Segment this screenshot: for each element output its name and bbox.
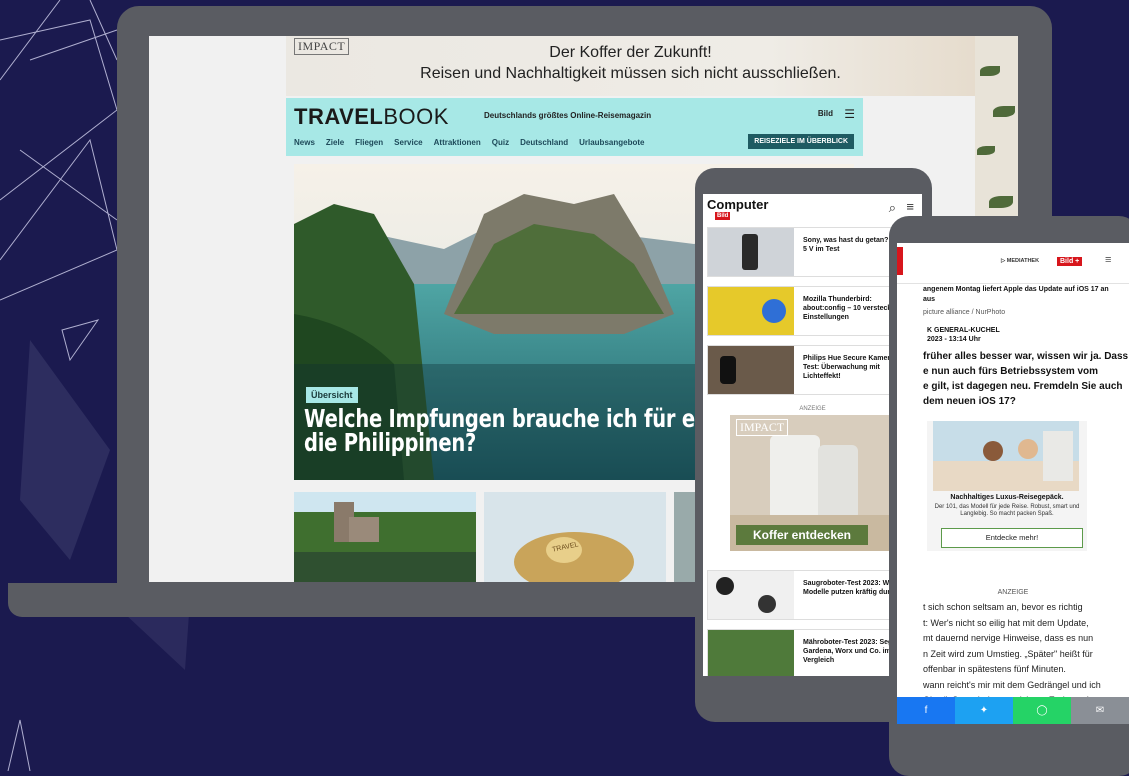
reiseziele-button[interactable]: REISEZIELE IM ÜBERBLICK <box>748 134 854 149</box>
ad-subline: Reisen und Nachhaltigkeit müssen sich ni… <box>420 65 841 82</box>
nav-item-service[interactable]: Service <box>394 138 422 147</box>
castle-image <box>294 492 476 582</box>
list-item[interactable]: Saugroboter-Test 2023: Welche Modelle pu… <box>707 570 917 620</box>
email-share-icon[interactable]: ✉ <box>1071 697 1129 724</box>
author: K GENERAL-KUCHEL <box>927 327 1000 334</box>
ad-image <box>933 421 1079 491</box>
travelbook-logo[interactable]: TRAVELBOOK <box>294 104 449 130</box>
bild-topbar: ▷ MEDIATHEK Bild + ≡ <box>897 243 1129 284</box>
menu-icon[interactable]: ☰ <box>844 107 855 121</box>
nav-item-ziele[interactable]: Ziele <box>326 138 344 147</box>
list-item[interactable]: Mähroboter-Test 2023: Segway, Gardena, W… <box>707 629 917 676</box>
hero-title-line2: die Philippinen? <box>304 428 477 457</box>
ad-brand: IMPACT <box>736 419 789 436</box>
nav-item-fliegen[interactable]: Fliegen <box>355 138 383 147</box>
entdecke-mehr-button[interactable]: Entdecke mehr! <box>941 528 1083 548</box>
hero-title[interactable]: Welche Impfungen brauche ich für ein die… <box>304 406 725 457</box>
ad-text: Der 101, das Modell für jede Reise. Robu… <box>934 504 1080 517</box>
lawn-mower-image <box>708 630 794 676</box>
mediathek-link[interactable]: ▷ MEDIATHEK <box>1001 258 1039 264</box>
twitter-share-icon[interactable]: ✦ <box>955 697 1013 724</box>
thunderbird-image <box>708 287 794 335</box>
impact-ad-banner[interactable]: IMPACT Der Koffer der Zukunft! Reisen un… <box>286 36 975 96</box>
ad-label: ANZEIGE <box>997 589 1029 596</box>
ad-title: Nachhaltiges Luxus-Reisegepäck. <box>950 494 1064 501</box>
nav-item-attraktionen[interactable]: Attraktionen <box>434 138 481 147</box>
bild-logo-edge <box>897 247 903 275</box>
computerbild-logo[interactable]: Computer Bild <box>707 197 768 220</box>
travelbook-header: TRAVELBOOK Deutschlands größtes Online-R… <box>286 98 863 156</box>
koffer-entdecken-button[interactable]: Koffer entdecken <box>736 525 868 545</box>
ad-headline: Der Koffer der Zukunft! <box>549 44 712 61</box>
bild-ad[interactable]: Nachhaltiges Luxus-Reisegepäck. Der 101,… <box>927 421 1087 551</box>
camera-image <box>708 346 794 394</box>
image-credit: picture alliance / NurPhoto <box>923 309 1006 316</box>
image-caption-cont: aus <box>923 296 936 303</box>
body-text: t sich schon seltsam an, bevor es richti… <box>923 602 1101 705</box>
jar-image <box>484 492 666 582</box>
share-bar: f ✦ ◯ ✉ <box>897 697 1129 724</box>
bild-badge: Bild <box>817 109 833 118</box>
impact-ad[interactable]: IMPACT Koffer entdecken <box>730 415 892 551</box>
search-icon[interactable]: ⌕ <box>889 200 896 216</box>
bild-screen: ▷ MEDIATHEK Bild + ≡ angenem Montag lief… <box>897 243 1129 724</box>
list-item[interactable]: Mozilla Thunderbird: about:config – 10 v… <box>707 286 917 336</box>
menu-icon[interactable]: ≡ <box>906 199 914 214</box>
nav-item-quiz[interactable]: Quiz <box>492 138 509 147</box>
phone-image <box>708 228 794 276</box>
robot-vacuum-image <box>708 571 794 619</box>
facebook-share-icon[interactable]: f <box>897 697 955 724</box>
list-item[interactable]: Sony, was hast du getan? Xperia 5 V im T… <box>707 227 917 277</box>
travelbook-nav: News Ziele Fliegen Service Attraktionen Quiz D… <box>294 138 655 147</box>
hero-badge: Übersicht <box>306 387 358 403</box>
nav-item-deutschland[interactable]: Deutschland <box>520 138 568 147</box>
nav-item-news[interactable]: News <box>294 138 315 147</box>
thumb-travel-jar[interactable]: TRAVEL <box>484 492 666 582</box>
travelbook-tagline: Deutschlands größtes Online-Reisemagazin <box>484 111 652 120</box>
image-caption: angenem Montag liefert Apple das Update … <box>923 286 1109 293</box>
thumb-castle[interactable] <box>294 492 476 582</box>
menu-icon[interactable]: ≡ <box>1105 254 1111 266</box>
list-item[interactable]: Philips Hue Secure Kamera im Test: Überw… <box>707 345 917 395</box>
publish-date: 2023 - 13:14 Uhr <box>927 336 981 343</box>
bildplus-badge[interactable]: Bild + <box>1057 257 1083 266</box>
whatsapp-share-icon[interactable]: ◯ <box>1013 697 1071 724</box>
lead-text: früher alles besser war, wissen wir ja. … <box>923 351 1129 407</box>
nav-item-urlaubsangebote[interactable]: Urlaubsangebote <box>579 138 644 147</box>
